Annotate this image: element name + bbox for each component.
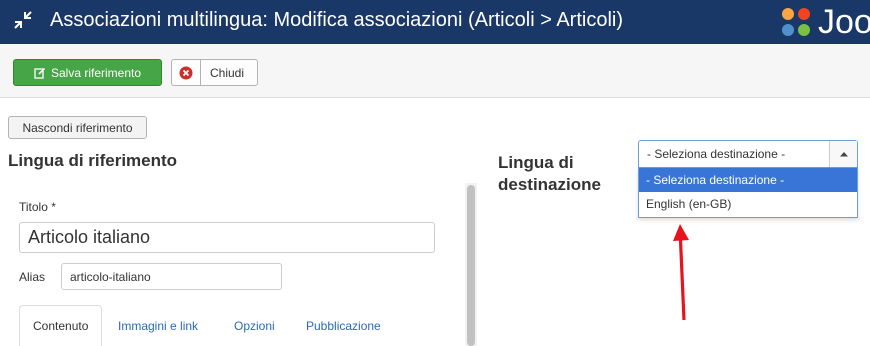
title-label: Titolo * xyxy=(19,200,56,214)
tab-opzioni[interactable]: Opzioni xyxy=(221,305,288,346)
edit-icon xyxy=(34,67,46,79)
close-label: Chiudi xyxy=(210,65,245,80)
reference-language-heading: Lingua di riferimento xyxy=(8,151,178,170)
red-arrow-annotation xyxy=(673,224,689,321)
close-circle-icon xyxy=(179,66,193,79)
toolbar: Salva riferimento Chiudi xyxy=(0,44,870,98)
editor-tabs: Contenuto Immagini e link Opzioni Pubbli… xyxy=(19,305,439,346)
save-reference-label: Salva riferimento xyxy=(50,65,142,80)
title-input[interactable]: Articolo italiano xyxy=(19,222,435,253)
hide-reference-button[interactable]: Nascondi riferimento xyxy=(8,116,147,139)
joomla-logo-icon xyxy=(782,8,810,36)
tab-contenuto[interactable]: Contenuto xyxy=(19,305,103,346)
tab-pubblicazione[interactable]: Pubblicazione xyxy=(293,305,394,346)
target-language-select[interactable]: - Seleziona destinazione - xyxy=(638,140,858,168)
caret-up-icon xyxy=(839,152,848,157)
save-reference-button[interactable]: Salva riferimento xyxy=(13,59,162,86)
logo-text: Joo xyxy=(818,2,870,41)
reference-scrollbar[interactable] xyxy=(465,183,477,346)
target-language-dropdown: - Seleziona destinazione - English (en-G… xyxy=(638,168,858,218)
alias-input[interactable]: articolo-italiano xyxy=(61,263,282,290)
close-button[interactable]: Chiudi xyxy=(171,59,258,86)
close-icon-box xyxy=(172,60,201,85)
collapse-icon[interactable] xyxy=(13,10,33,30)
select-toggle[interactable] xyxy=(829,141,857,167)
option-select-target[interactable]: - Seleziona destinazione - xyxy=(639,168,857,192)
target-language-heading: Lingua di destinazione xyxy=(498,153,601,194)
tab-immagini-link[interactable]: Immagini e link xyxy=(105,305,211,346)
scrollbar-thumb[interactable] xyxy=(467,185,475,346)
alias-label: Alias xyxy=(19,270,46,284)
joomla-logo: Joo xyxy=(778,2,870,42)
page-title: Associazioni multilingua: Modifica assoc… xyxy=(50,9,623,31)
option-english[interactable]: English (en-GB) xyxy=(639,192,857,216)
top-header: Associazioni multilingua: Modifica assoc… xyxy=(0,0,870,44)
select-value: - Seleziona destinazione - xyxy=(647,147,786,161)
